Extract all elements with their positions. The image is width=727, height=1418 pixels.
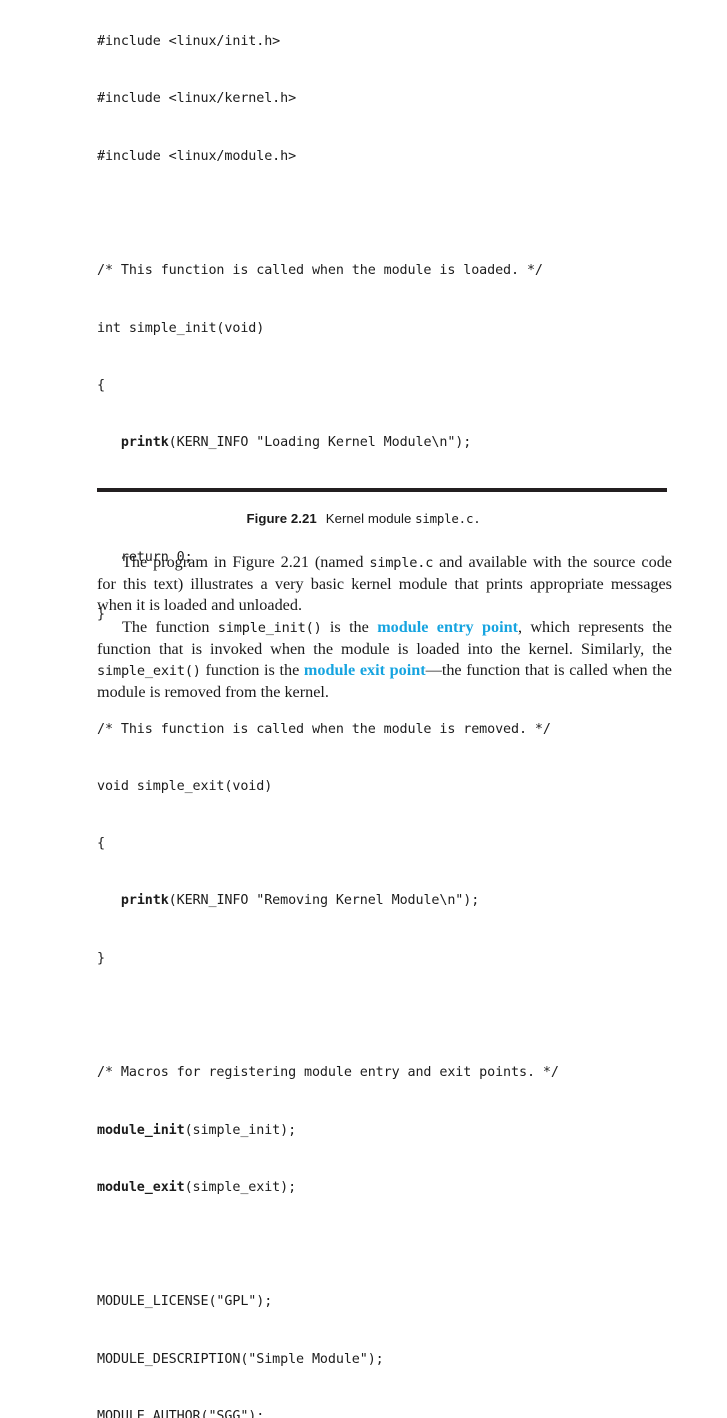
code-line: #include <linux/kernel.h> [97, 91, 297, 107]
figure-divider-rule [97, 488, 667, 492]
code-line-module-init: module_init(simple_init); [97, 1121, 697, 1140]
figure-number: Figure 2.21 [246, 511, 317, 526]
code-line: #include <linux/init.h> [97, 34, 281, 50]
prose-text: function is the [200, 661, 304, 680]
code-line-rest: (simple_exit); [184, 1179, 297, 1195]
code-line-comment: /* This function is called when the modu… [97, 721, 551, 737]
code-line-printk: printk(KERN_INFO "Loading Kernel Module\… [97, 433, 697, 452]
code-line: void simple_exit(void) [97, 778, 273, 794]
inline-code-simple-c: simple.c [369, 555, 434, 571]
code-line: } [97, 950, 105, 966]
code-keyword-printk: printk [120, 435, 169, 451]
code-line-comment: /* Macros for registering module entry a… [97, 1065, 559, 1081]
textbook-page: #include <linux/init.h> #include <linux/… [0, 0, 727, 1418]
code-line-module-exit: module_exit(simple_exit); [97, 1178, 697, 1197]
code-line-printk: printk(KERN_INFO "Removing Kernel Module… [97, 891, 697, 910]
code-line: MODULE_AUTHOR("SGG"); [97, 1408, 265, 1418]
code-line-rest: (simple_init); [184, 1122, 297, 1138]
caption-file-name: simple.c. [415, 511, 481, 526]
code-listing: #include <linux/init.h> #include <linux/… [97, 0, 697, 1418]
caption-description: Kernel module [325, 511, 412, 526]
code-line: { [97, 836, 105, 852]
code-line: MODULE_DESCRIPTION("Simple Module"); [97, 1351, 384, 1367]
code-line-comment: /* This function is called when the modu… [97, 263, 543, 279]
prose-text: The program in Figure 2.21 (named [122, 553, 370, 571]
key-term-module-exit-point: module exit point [303, 661, 426, 680]
inline-code-simple-init: simple_init() [217, 619, 322, 636]
body-text: The program in Figure 2.21 (named simple… [97, 552, 672, 703]
code-line: int simple_init(void) [97, 320, 265, 336]
inline-code-simple-exit: simple_exit() [97, 663, 201, 680]
code-keyword-printk: printk [120, 893, 169, 909]
code-macro-module-init: module_init [97, 1122, 185, 1138]
prose-text: is the [321, 617, 378, 636]
paragraph-entry-exit-points: The function simple_init() is the module… [97, 617, 672, 704]
code-macro-module-exit: module_exit [97, 1179, 185, 1195]
figure-caption: Figure 2.21 Kernel module simple.c. [0, 511, 727, 526]
paragraph-program-description: The program in Figure 2.21 (named simple… [97, 552, 672, 617]
key-term-module-entry-point: module entry point [377, 617, 518, 636]
code-line: { [97, 377, 105, 393]
prose-text: The function [122, 617, 218, 636]
code-line-rest: (KERN_INFO "Removing Kernel Module\n"); [168, 893, 480, 909]
code-line: MODULE_LICENSE("GPL"); [97, 1294, 273, 1310]
code-line-rest: (KERN_INFO "Loading Kernel Module\n"); [168, 435, 472, 451]
code-line: #include <linux/module.h> [97, 148, 297, 164]
